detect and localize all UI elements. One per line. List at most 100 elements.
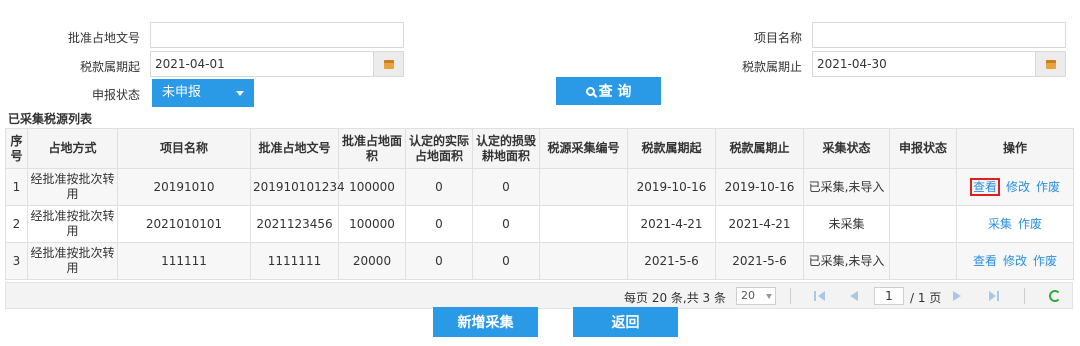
approval-doc-label: 批准占地文号 bbox=[67, 31, 140, 45]
page-info: 每页 20 条,共 3 条 bbox=[624, 291, 726, 305]
prev-page-icon[interactable] bbox=[850, 291, 858, 301]
search-icon bbox=[585, 86, 595, 96]
header-method: 占地方式 bbox=[27, 128, 118, 169]
header-end: 税款属期止 bbox=[715, 128, 804, 169]
cell-method: 经批准按批次转用 bbox=[27, 168, 118, 206]
header-index: 序号 bbox=[5, 128, 28, 169]
cell-ops: 采集 作废 bbox=[956, 205, 1074, 243]
cell-project: 111111 bbox=[117, 242, 251, 280]
divider bbox=[1024, 288, 1025, 304]
cell-declare-status bbox=[889, 242, 957, 280]
header-declare-status: 申报状态 bbox=[889, 128, 957, 169]
cell-collect-status: 未采集 bbox=[803, 205, 890, 243]
cell-end: 2021-4-21 bbox=[715, 205, 804, 243]
page-number-input[interactable]: 1 bbox=[874, 287, 904, 305]
cell-doc-no: 2021123456 bbox=[250, 205, 339, 243]
declare-status-label: 申报状态 bbox=[91, 88, 140, 102]
cell-index: 1 bbox=[5, 168, 28, 206]
last-page-icon[interactable] bbox=[989, 291, 996, 301]
cell-damaged-area: 0 bbox=[472, 205, 540, 243]
project-name-input[interactable] bbox=[812, 22, 1066, 48]
header-project: 项目名称 bbox=[117, 128, 251, 169]
cell-collect-no bbox=[539, 205, 628, 243]
cell-doc-no: 201910101234 bbox=[250, 168, 345, 206]
declare-status-value: 未申报 bbox=[162, 85, 202, 100]
first-page-icon[interactable] bbox=[818, 291, 825, 301]
section-title: 已采集税源列表 bbox=[8, 112, 93, 126]
search-button-label: 查 询 bbox=[598, 84, 632, 100]
cell-project: 2021010101 bbox=[117, 205, 251, 243]
chevron-down-icon bbox=[236, 91, 244, 96]
view-link[interactable]: 查看 bbox=[969, 177, 1000, 196]
cell-collect-no bbox=[539, 168, 628, 206]
cell-end: 2021-5-6 bbox=[715, 242, 804, 280]
void-link[interactable]: 作废 bbox=[1018, 217, 1042, 231]
tax-start-label: 税款属期起 bbox=[79, 60, 140, 74]
back-button[interactable]: 返回 bbox=[573, 307, 678, 337]
cell-project: 20191010 bbox=[117, 168, 251, 206]
cell-approved-area: 20000 bbox=[338, 242, 406, 280]
tax-start-input[interactable]: 2021-04-01 bbox=[150, 51, 374, 77]
tax-end-input[interactable]: 2021-04-30 bbox=[812, 51, 1036, 77]
void-link[interactable]: 作废 bbox=[1036, 180, 1060, 194]
cell-start: 2019-10-16 bbox=[627, 168, 716, 206]
cell-start: 2021-5-6 bbox=[627, 242, 716, 280]
header-ops: 操作 bbox=[956, 128, 1074, 169]
cell-actual-area: 0 bbox=[405, 205, 473, 243]
next-page-icon[interactable] bbox=[953, 291, 961, 301]
cell-ops: 查看 修改 作废 bbox=[956, 168, 1074, 206]
header-start: 税款属期起 bbox=[627, 128, 716, 169]
calendar-icon bbox=[383, 59, 394, 69]
cell-damaged-area: 0 bbox=[472, 168, 540, 206]
cell-approved-area: 100000 bbox=[338, 168, 406, 206]
cell-actual-area: 0 bbox=[405, 168, 473, 206]
cell-index: 3 bbox=[5, 242, 28, 280]
header-actual-area: 认定的实际占地面积 bbox=[405, 128, 473, 169]
table-row[interactable]: 3 经批准按批次转用 111111 1111111 20000 0 0 2021… bbox=[5, 242, 1074, 280]
cell-method: 经批准按批次转用 bbox=[27, 242, 118, 280]
edit-link[interactable]: 修改 bbox=[1003, 254, 1027, 268]
header-collect-status: 采集状态 bbox=[803, 128, 890, 169]
table-row[interactable]: 1 经批准按批次转用 20191010 201910101234 100000 … bbox=[5, 168, 1074, 206]
cell-doc-no: 1111111 bbox=[250, 242, 339, 280]
view-link[interactable]: 查看 bbox=[973, 254, 997, 268]
tax-start-calendar-button[interactable] bbox=[374, 51, 404, 77]
header-damaged-area: 认定的损毁耕地面积 bbox=[472, 128, 540, 169]
cell-index: 2 bbox=[5, 205, 28, 243]
pagination-bar: 每页 20 条,共 3 条 20 1 / 1 页 bbox=[5, 282, 1073, 309]
cell-end: 2019-10-16 bbox=[715, 168, 804, 206]
cell-declare-status bbox=[889, 168, 957, 206]
tax-end-label: 税款属期止 bbox=[741, 60, 802, 74]
collect-link[interactable]: 采集 bbox=[988, 217, 1012, 231]
total-pages: / 1 页 bbox=[910, 291, 942, 305]
add-collection-button[interactable]: 新增采集 bbox=[433, 307, 538, 337]
tax-end-calendar-button[interactable] bbox=[1036, 51, 1066, 77]
cell-declare-status bbox=[889, 205, 957, 243]
approval-doc-input[interactable] bbox=[150, 22, 404, 48]
cell-ops: 查看 修改 作废 bbox=[956, 242, 1074, 280]
calendar-icon bbox=[1045, 59, 1056, 69]
divider bbox=[790, 288, 791, 304]
search-button[interactable]: 查 询 bbox=[556, 77, 661, 105]
cell-method: 经批准按批次转用 bbox=[27, 205, 118, 243]
header-approved-area: 批准占地面积 bbox=[338, 128, 406, 169]
page-size-select[interactable]: 20 bbox=[736, 287, 776, 305]
header-collect-no: 税源采集编号 bbox=[539, 128, 628, 169]
table-header-row: 序号 占地方式 项目名称 批准占地文号 批准占地面积 认定的实际占地面积 认定的… bbox=[5, 128, 1074, 169]
first-page-bar bbox=[814, 291, 816, 301]
void-link[interactable]: 作废 bbox=[1033, 254, 1057, 268]
cell-collect-status: 已采集,未导入 bbox=[803, 168, 890, 206]
declare-status-select[interactable]: 未申报 bbox=[152, 79, 254, 107]
cell-collect-status: 已采集,未导入 bbox=[803, 242, 890, 280]
cell-damaged-area: 0 bbox=[472, 242, 540, 280]
table-row[interactable]: 2 经批准按批次转用 2021010101 2021123456 100000 … bbox=[5, 205, 1074, 243]
header-doc-no: 批准占地文号 bbox=[250, 128, 339, 169]
refresh-icon[interactable] bbox=[1049, 290, 1061, 302]
chevron-down-icon bbox=[766, 294, 772, 299]
cell-collect-no bbox=[539, 242, 628, 280]
page-size-value: 20 bbox=[741, 289, 755, 302]
cell-approved-area: 100000 bbox=[338, 205, 406, 243]
edit-link[interactable]: 修改 bbox=[1006, 180, 1030, 194]
tax-source-table: 序号 占地方式 项目名称 批准占地文号 批准占地面积 认定的实际占地面积 认定的… bbox=[5, 128, 1074, 280]
project-name-label: 项目名称 bbox=[753, 31, 802, 45]
